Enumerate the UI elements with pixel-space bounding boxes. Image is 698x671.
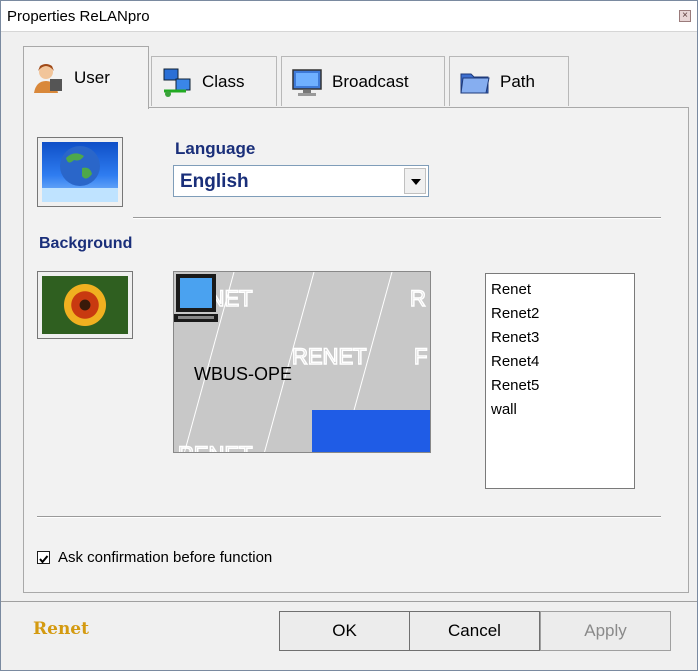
language-label: Language xyxy=(175,139,256,158)
list-item[interactable]: Renet5 xyxy=(491,374,629,398)
globe-icon xyxy=(42,146,118,202)
network-class-icon xyxy=(163,68,191,97)
language-value: English xyxy=(180,171,249,192)
watermark-text: F xyxy=(414,344,427,369)
tab-label: Path xyxy=(500,71,535,91)
monitor-icon xyxy=(292,68,322,96)
confirm-label: Ask confirmation before function xyxy=(58,549,273,566)
background-image xyxy=(37,271,133,339)
list-item[interactable]: Renet3 xyxy=(491,326,629,350)
tab-class[interactable]: Class xyxy=(151,56,277,106)
wallpaper-preview: RENET R RENET F RENET WBUS-OPE xyxy=(173,271,431,453)
list-item[interactable]: Renet xyxy=(491,278,629,302)
close-button[interactable]: × xyxy=(679,10,691,22)
tab-path[interactable]: Path xyxy=(449,56,569,106)
flower-icon xyxy=(42,276,128,334)
confirm-checkbox[interactable] xyxy=(37,551,50,564)
folder-icon xyxy=(460,73,490,93)
watermark-text: RENET xyxy=(178,442,253,453)
watermark-text: R xyxy=(410,286,426,311)
list-item[interactable]: wall xyxy=(491,398,629,422)
properties-window: Properties ReLANpro × User Class Broadca… xyxy=(0,0,698,671)
watermark-text: RENET xyxy=(292,344,367,369)
renet-logo: Renet xyxy=(33,619,89,639)
user-icon xyxy=(34,64,62,93)
section-divider xyxy=(133,217,661,219)
language-image xyxy=(37,137,123,207)
apply-button[interactable]: Apply xyxy=(540,611,671,651)
confirm-option[interactable]: Ask confirmation before function xyxy=(37,549,272,566)
wallpaper-list[interactable]: Renet Renet2 Renet3 Renet4 Renet5 wall xyxy=(485,273,635,489)
ok-button[interactable]: OK xyxy=(279,611,410,651)
window-title: Properties ReLANpro xyxy=(7,8,150,25)
list-item[interactable]: Renet4 xyxy=(491,350,629,374)
tab-user[interactable]: User xyxy=(23,46,149,109)
computer-icon xyxy=(174,274,218,322)
computer-name: WBUS-OPE xyxy=(194,364,293,384)
background-label: Background xyxy=(39,235,133,252)
language-dropdown[interactable]: English xyxy=(173,165,429,197)
list-item[interactable]: Renet2 xyxy=(491,302,629,326)
chevron-down-icon[interactable] xyxy=(404,168,426,194)
tab-broadcast[interactable]: Broadcast xyxy=(281,56,445,106)
tab-label: User xyxy=(74,68,110,87)
footer-divider xyxy=(1,601,697,602)
title-bar[interactable]: Properties ReLANpro × xyxy=(1,1,697,32)
taskbar-preview xyxy=(312,410,430,452)
checkmark-icon xyxy=(39,555,49,564)
tab-label: Class xyxy=(202,71,245,91)
section-divider xyxy=(37,516,661,518)
tab-label: Broadcast xyxy=(332,71,409,91)
cancel-button[interactable]: Cancel xyxy=(409,611,540,651)
